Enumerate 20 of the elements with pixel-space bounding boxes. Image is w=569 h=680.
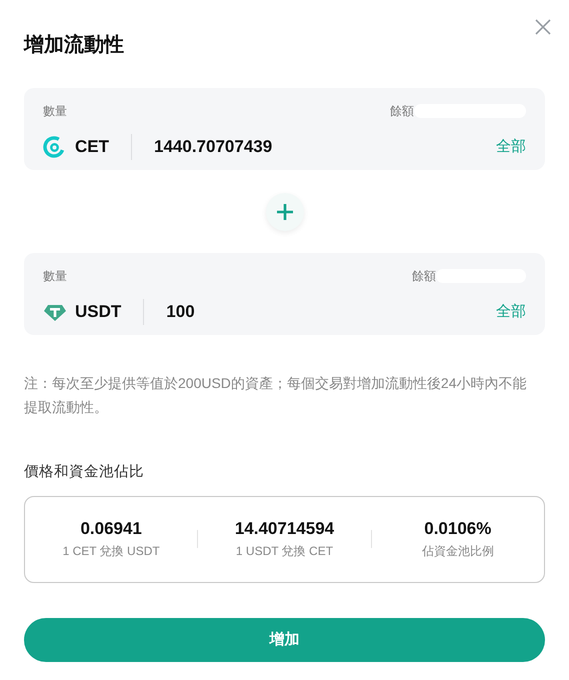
stat-value: 0.06941	[80, 518, 142, 540]
amount-input[interactable]: 1440.70707439	[154, 134, 496, 160]
section-title: 價格和資金池佔比	[24, 463, 145, 482]
token-name[interactable]: USDT	[75, 299, 122, 325]
plus-icon	[266, 192, 304, 230]
token-name[interactable]: CET	[75, 134, 109, 160]
stat-caption: 1 USDT 兌換 CET	[236, 543, 334, 560]
close-button[interactable]	[533, 17, 553, 37]
field-label: 數量	[43, 103, 67, 120]
balance-label: 餘額	[390, 103, 414, 120]
stat-caption: 佔資金池比例	[422, 543, 494, 560]
dialog-title: 增加流動性	[24, 32, 125, 58]
stat-value: 14.40714594	[234, 518, 334, 540]
amount-input[interactable]: 100	[166, 299, 496, 325]
coin-icon	[43, 136, 65, 158]
stat-value: 0.0106%	[424, 518, 492, 540]
note-text: 注：每次至少提供等值於200USD的資產；每個交易對增加流動性後24小時內不能提取流動性。	[24, 374, 528, 417]
stat-caption: 1 CET 兌換 USDT	[62, 543, 160, 560]
balance-label: 餘額	[412, 268, 436, 285]
field-label: 數量	[43, 268, 67, 285]
